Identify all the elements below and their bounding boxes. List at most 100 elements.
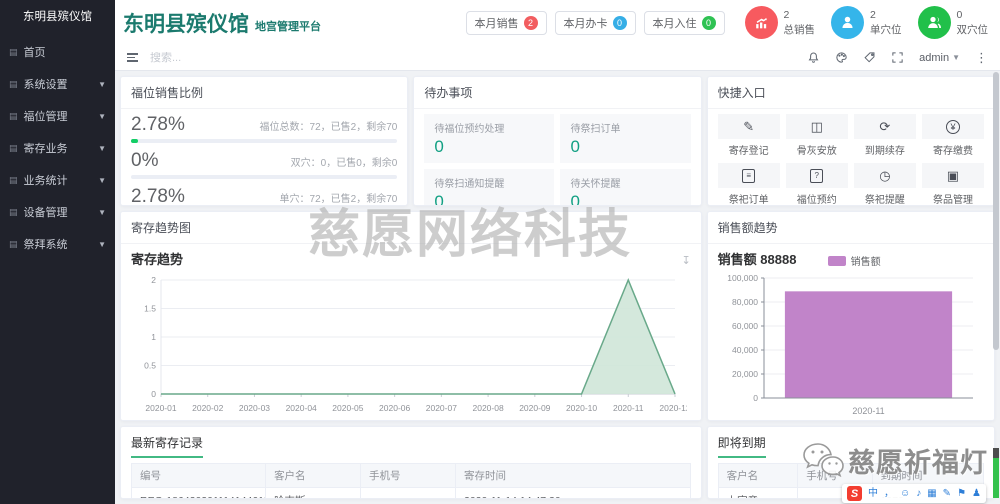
cell-customer: 上官童 bbox=[717, 487, 799, 498]
stat-label: 双穴位 bbox=[956, 23, 989, 36]
sogou-logo-icon[interactable]: S bbox=[847, 486, 862, 501]
todo-item[interactable]: 待祭扫订单 0 bbox=[560, 114, 691, 163]
collapse-menu-icon[interactable] bbox=[127, 53, 138, 62]
punctuation-icon[interactable]: ， bbox=[884, 488, 894, 499]
quick-label: 福位预约 bbox=[796, 195, 837, 206]
trend-chart-body: ↧ 0 0.5 1 1.5 2 2020-01 2020-02 2020-03 2020-04 2… bbox=[121, 255, 701, 420]
todo-label: 待祭扫订单 bbox=[570, 124, 621, 135]
card-title: 福位销售比例 bbox=[121, 77, 408, 109]
svg-text:100,000: 100,000 bbox=[727, 273, 758, 283]
search-input[interactable] bbox=[150, 51, 370, 64]
svg-text:2020-11: 2020-11 bbox=[613, 403, 644, 413]
sidebar-item-niche-management[interactable]: ▤ 福位管理 ▼ bbox=[0, 100, 115, 132]
content-grid: 福位销售比例 2.78% 福位总数：72，已售2，剩余70 0% 双穴：0，已售… bbox=[115, 71, 1000, 504]
voice-icon[interactable]: ♪ bbox=[916, 488, 921, 499]
chart-legend[interactable]: 销售额 bbox=[827, 253, 881, 268]
month-sales-pill[interactable]: 本月销售 2 bbox=[465, 10, 547, 35]
toolbar-right: admin ▼ ⋮ bbox=[807, 50, 988, 66]
tab-expiring[interactable]: 即将到期 bbox=[708, 427, 994, 458]
quick-sacrifice-orders[interactable]: ≡ 祭祀订单 bbox=[717, 163, 780, 205]
sales-trend-card: 销售额趋势 销售额 88888 销售额 0 20,000 40,000 60,000 8… bbox=[706, 211, 995, 421]
tab-latest-records[interactable]: 最新寄存记录 bbox=[121, 427, 701, 458]
quick-label: 寄存登记 bbox=[728, 146, 769, 157]
chevron-down-icon: ▼ bbox=[952, 53, 960, 62]
todo-item[interactable]: 待祭扫通知提醒 0 bbox=[424, 169, 555, 205]
sidebar-item-label: 福位管理 bbox=[23, 111, 68, 123]
doc-question-icon: ? bbox=[810, 168, 824, 183]
svg-text:60,000: 60,000 bbox=[732, 321, 758, 331]
svg-text:2020-04: 2020-04 bbox=[286, 403, 317, 413]
svg-text:80,000: 80,000 bbox=[732, 297, 758, 307]
sidebar-item-worship-system[interactable]: ▤ 祭拜系统 ▼ bbox=[0, 228, 115, 260]
pill-label: 本月入住 bbox=[652, 17, 697, 30]
menu-item-icon: ▤ bbox=[9, 46, 18, 57]
svg-text:40,000: 40,000 bbox=[732, 345, 758, 355]
chevron-down-icon: ▼ bbox=[98, 175, 106, 185]
todo-label: 待关怀提醒 bbox=[570, 179, 621, 190]
sidebar-item-storage-business[interactable]: ▤ 寄存业务 ▼ bbox=[0, 132, 115, 164]
chart-title: 寄存趋势 bbox=[131, 252, 184, 267]
ratio-row-double: 0% 双穴：0，已售0，剩余0 bbox=[131, 150, 398, 179]
handwriting-icon[interactable]: ✎ bbox=[943, 488, 951, 499]
table-header-row: 编号 客户名 手机号 寄存时间 bbox=[130, 463, 691, 488]
cell-customer: 哈吉斯 bbox=[265, 487, 362, 498]
side-panel-cap bbox=[993, 448, 999, 458]
sidebar-item-system-settings[interactable]: ▤ 系统设置 ▼ bbox=[0, 68, 115, 100]
input-mode-icon[interactable]: 中 bbox=[868, 488, 878, 499]
svg-text:0.5: 0.5 bbox=[144, 361, 156, 371]
sales-trend-chart: 0 20,000 40,000 60,000 80,000 100,000 2020-11 bbox=[727, 273, 973, 416]
pill-label: 本月销售 bbox=[474, 17, 519, 30]
quick-storage-payment[interactable]: ¥ 寄存缴费 bbox=[921, 114, 984, 157]
cell-time: 2020-11-14 14:47:30 bbox=[455, 487, 691, 498]
month-checkin-pill[interactable]: 本月入住 0 bbox=[643, 10, 725, 35]
sidebar-item-business-statistics[interactable]: ▤ 业务统计 ▼ bbox=[0, 164, 115, 196]
quick-storage-register[interactable]: ✎ 寄存登记 bbox=[717, 114, 780, 157]
quick-ashes-placement[interactable]: ◫ 骨灰安放 bbox=[785, 114, 848, 157]
card-title: 销售额趋势 bbox=[707, 212, 994, 244]
theme-palette-icon[interactable] bbox=[835, 51, 848, 64]
download-icon[interactable]: ↧ bbox=[681, 254, 690, 267]
month-summary-pills: 本月销售 2 本月办卡 0 本月入住 0 bbox=[465, 10, 725, 35]
quick-offerings-management[interactable]: ▣ 祭品管理 bbox=[921, 163, 984, 205]
cell-number: REG-186420201114144615 bbox=[130, 487, 267, 498]
svg-text:2020-03: 2020-03 bbox=[239, 403, 270, 413]
sales-chart-body: 0 20,000 40,000 60,000 80,000 100,000 2020-11 bbox=[708, 268, 994, 420]
bell-icon[interactable] bbox=[807, 51, 820, 64]
tag-icon[interactable] bbox=[863, 51, 876, 64]
todo-item[interactable]: 待福位预约处理 0 bbox=[424, 114, 555, 163]
quick-entry-card: 快捷入口 ✎ 寄存登记 ◫ 骨灰安放 ⟳ 到期续存 ¥ 寄存缴费 ≡ 祭祀订单 … bbox=[706, 76, 995, 206]
quick-sacrifice-reminder[interactable]: ◷ 祭祀提醒 bbox=[853, 163, 916, 206]
month-cards-pill[interactable]: 本月办卡 0 bbox=[554, 10, 636, 35]
col-header: 客户名 bbox=[265, 463, 362, 488]
user-menu[interactable]: admin ▼ bbox=[919, 52, 960, 64]
keyboard-icon[interactable]: ▦ bbox=[927, 488, 936, 499]
count-badge: 0 bbox=[701, 15, 716, 30]
table-row[interactable]: REG-186420201114144615 哈吉斯 2020-11-14 14… bbox=[130, 487, 691, 498]
quick-niche-reservation[interactable]: ? 福位预约 bbox=[785, 163, 848, 206]
quick-grid: ✎ 寄存登记 ◫ 骨灰安放 ⟳ 到期续存 ¥ 寄存缴费 ≡ 祭祀订单 ? 福位预… bbox=[708, 109, 994, 205]
quick-label: 祭祀提醒 bbox=[864, 195, 905, 206]
menu-item-icon: ▤ bbox=[9, 78, 18, 89]
sidebar-item-home[interactable]: ▤ 首页 bbox=[0, 36, 115, 68]
legend-label: 销售额 bbox=[850, 257, 881, 268]
todo-value: 0 bbox=[570, 137, 580, 156]
count-badge: 0 bbox=[612, 15, 627, 30]
side-panel-handle[interactable] bbox=[993, 458, 999, 498]
sidebar-item-device-management[interactable]: ▤ 设备管理 ▼ bbox=[0, 196, 115, 228]
ime-toolbar: S 中 ， ☺ ♪ ▦ ✎ ⚑ ♟ bbox=[842, 484, 986, 503]
toolbox-icon[interactable]: ♟ bbox=[972, 488, 981, 499]
skin-icon[interactable]: ⚑ bbox=[957, 488, 966, 499]
card-title: 待办事项 bbox=[414, 77, 701, 109]
emoji-icon[interactable]: ☺ bbox=[900, 488, 910, 499]
legend-swatch bbox=[827, 255, 846, 266]
fullscreen-icon[interactable] bbox=[891, 51, 904, 64]
page-scrollbar[interactable] bbox=[993, 72, 999, 350]
columns-icon: ◫ bbox=[810, 118, 823, 134]
quick-renewal[interactable]: ⟳ 到期续存 bbox=[853, 114, 916, 157]
single-niche-stat: 2 单穴位 bbox=[831, 6, 902, 39]
todo-item[interactable]: 待关怀提醒 0 bbox=[560, 169, 691, 205]
more-menu-icon[interactable]: ⋮ bbox=[975, 50, 988, 66]
notebook-icon: ≡ bbox=[742, 168, 756, 183]
col-header: 手机号 bbox=[360, 463, 456, 488]
ratio-percent: 0% bbox=[131, 150, 159, 171]
